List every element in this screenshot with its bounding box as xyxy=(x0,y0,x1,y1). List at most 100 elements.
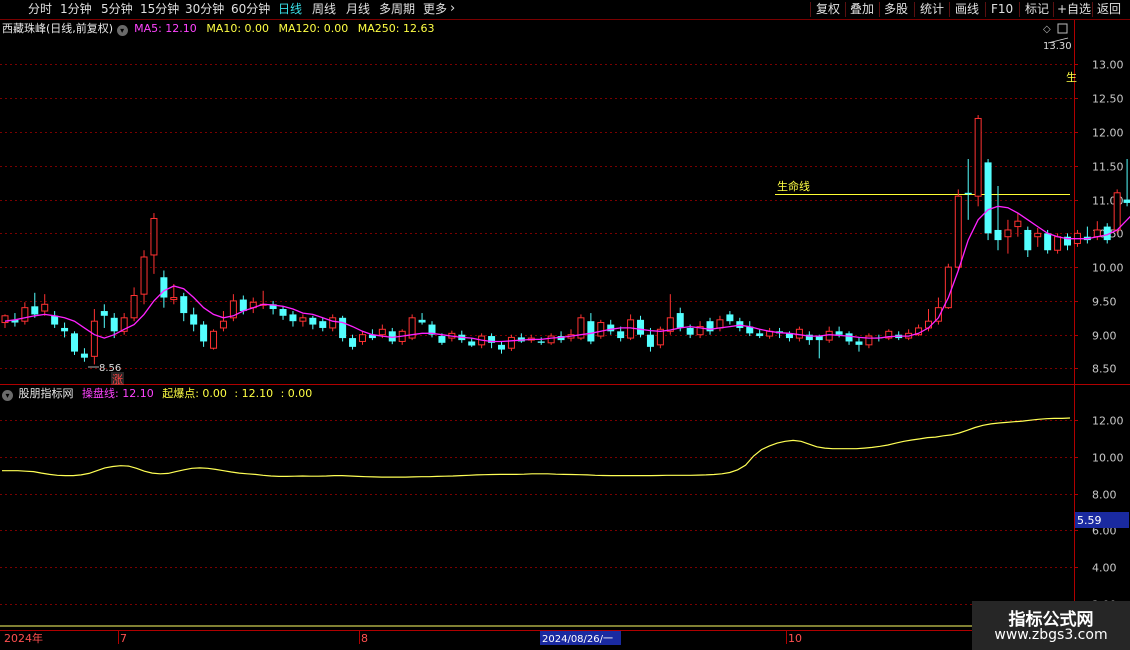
candle-body xyxy=(130,295,138,319)
candle-down xyxy=(706,317,714,335)
period-30min[interactable]: 30分钟 xyxy=(185,1,224,17)
candle-body xyxy=(269,304,277,310)
period-60min[interactable]: 60分钟 xyxy=(231,1,270,17)
dropdown-icon[interactable]: ▾ xyxy=(2,390,13,401)
candle-down xyxy=(994,186,1002,251)
candle-up xyxy=(974,115,982,207)
candle-up xyxy=(170,284,178,305)
candle-down xyxy=(855,337,863,352)
candle-up xyxy=(378,324,386,339)
period-multi[interactable]: 多周期 xyxy=(379,1,415,17)
candle-body xyxy=(646,334,654,347)
dropdown-icon[interactable]: ▾ xyxy=(116,25,128,36)
candle-body xyxy=(170,297,178,301)
f10-button[interactable]: F10 xyxy=(991,1,1013,17)
chevron-right-icon[interactable]: › xyxy=(450,1,455,17)
candle-body xyxy=(607,324,615,332)
period-monthly[interactable]: 月线 xyxy=(346,1,370,17)
candle-body xyxy=(329,317,337,329)
period-1min[interactable]: 1分钟 xyxy=(60,1,92,17)
mark-button[interactable]: 标记 xyxy=(1025,1,1049,17)
date-label-oct: 10 xyxy=(788,632,802,645)
candle-body xyxy=(527,337,535,341)
date-label-jul: 7 xyxy=(120,632,127,645)
period-fenshi[interactable]: 分时 xyxy=(28,1,52,17)
adjust-button[interactable]: 复权 xyxy=(816,1,840,17)
candle-down xyxy=(51,311,59,328)
period-more[interactable]: 更多 xyxy=(423,1,447,17)
candle-up xyxy=(41,294,49,316)
period-15min[interactable]: 15分钟 xyxy=(140,1,179,17)
candle-down xyxy=(110,313,118,339)
candle-up xyxy=(259,290,267,310)
candle-up xyxy=(944,263,952,310)
overlay-button[interactable]: 叠加 xyxy=(850,1,874,17)
main-y-axis: 13.00 12.50 12.00 11.50 11.00 10.50 10.00 9.50 9… xyxy=(1074,59,1124,376)
period-5min[interactable]: 5分钟 xyxy=(101,1,133,17)
candle-up xyxy=(1113,189,1121,234)
candle-body xyxy=(448,332,456,339)
candle-body xyxy=(249,301,257,309)
candle-down xyxy=(875,334,883,342)
candle-up xyxy=(597,319,605,339)
candle-body xyxy=(458,334,466,341)
candle-down xyxy=(458,330,466,343)
indicator-name[interactable]: 股朋指标网 xyxy=(19,387,74,400)
line2-value: 起爆点: 0.00 xyxy=(162,387,227,400)
candle-down xyxy=(607,319,615,335)
ma5-value: MA5: 12.10 xyxy=(134,22,197,35)
candle-down xyxy=(1123,159,1130,207)
candle-body xyxy=(180,296,188,314)
date-label-aug: 8 xyxy=(361,632,368,645)
candle-body xyxy=(895,334,903,339)
candle-body xyxy=(706,321,714,332)
candle-up xyxy=(210,329,218,350)
candle-body xyxy=(229,300,237,319)
candle-body xyxy=(875,337,883,339)
candle-down xyxy=(845,331,853,345)
candle-body xyxy=(289,314,297,322)
y-tick-label: 9.00 xyxy=(1092,330,1117,343)
candle-body xyxy=(637,319,645,335)
candle-body xyxy=(368,334,376,339)
candle-down xyxy=(388,327,396,345)
candle-body xyxy=(1093,229,1101,238)
candle-up xyxy=(905,329,913,341)
stock-title[interactable]: 西藏珠峰(日线,前复权) xyxy=(2,22,113,35)
candle-body xyxy=(1044,233,1052,251)
candle-body xyxy=(825,330,833,341)
candle-down xyxy=(587,313,595,345)
line1-value: 操盘线: 12.10 xyxy=(82,387,154,400)
candle-up xyxy=(795,326,803,342)
add-watchlist-button[interactable]: +自选 xyxy=(1057,1,1091,17)
candle-up xyxy=(954,189,962,271)
statistics-button[interactable]: 统计 xyxy=(920,1,944,17)
candle-body xyxy=(51,315,59,325)
kline-chart: 13.00 12.50 12.00 11.50 11.00 10.50 10.00 9.50 9… xyxy=(0,20,1130,645)
candle-body xyxy=(1054,236,1062,251)
candle-body xyxy=(815,336,823,341)
multi-stock-button[interactable]: 多股 xyxy=(884,1,908,17)
candle-up xyxy=(934,297,942,325)
candle-body xyxy=(845,333,853,342)
candle-body xyxy=(1004,229,1012,238)
candle-up xyxy=(448,330,456,342)
back-button[interactable]: 返回 xyxy=(1097,1,1121,17)
period-weekly[interactable]: 周线 xyxy=(312,1,336,17)
high-arrow xyxy=(1047,37,1069,44)
candle-up xyxy=(1073,229,1081,247)
period-daily[interactable]: 日线 xyxy=(278,1,302,17)
candle-up xyxy=(1014,213,1022,237)
candle-down xyxy=(637,315,645,338)
candle-down xyxy=(239,295,247,315)
candle-body xyxy=(11,319,19,323)
draw-line-button[interactable]: 画线 xyxy=(955,1,979,17)
candle-body xyxy=(716,319,724,329)
candle-down xyxy=(438,333,446,345)
candle-up xyxy=(885,329,893,341)
lifeline-label: 生命线 xyxy=(777,179,810,193)
candle-body xyxy=(934,307,942,322)
candle-down xyxy=(289,311,297,327)
candle-up xyxy=(924,309,932,332)
date-label-cursor: 2024/08/26/一 xyxy=(542,634,613,645)
